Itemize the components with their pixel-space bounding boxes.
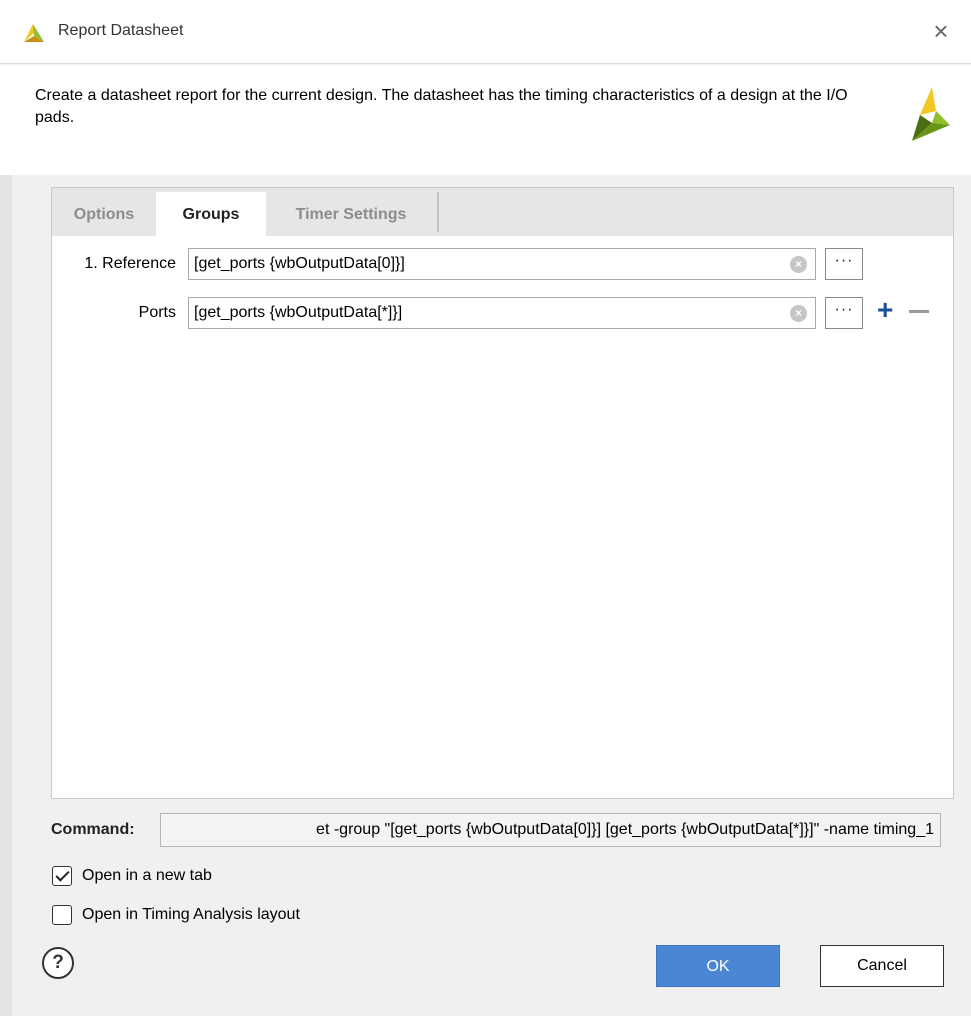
clear-icon[interactable]: ×	[790, 256, 807, 273]
reference-label: 1. Reference	[84, 255, 176, 272]
reference-browse-button[interactable]: ···	[825, 248, 863, 280]
vivado-logo-icon	[912, 87, 950, 141]
open-timing-layout-label: Open in Timing Analysis layout	[82, 906, 300, 923]
dialog-description: Create a datasheet report for the curren…	[35, 87, 848, 126]
tab-timer-settings[interactable]: Timer Settings	[266, 192, 436, 236]
clear-icon[interactable]: ×	[790, 305, 807, 322]
ports-browse-button[interactable]: ···	[825, 297, 863, 329]
remove-group-icon[interactable]	[909, 300, 931, 320]
window-title: Report Datasheet	[58, 22, 184, 39]
add-group-icon[interactable]: +	[877, 296, 897, 324]
ports-input[interactable]: [get_ports {wbOutputData[*]}] ×	[188, 297, 816, 329]
open-new-tab-label: Open in a new tab	[82, 867, 212, 884]
reference-value: [get_ports {wbOutputData[0]}]	[194, 255, 405, 272]
cancel-button[interactable]: Cancel	[820, 945, 944, 987]
open-new-tab-checkbox[interactable]	[52, 866, 72, 886]
help-icon: ?	[52, 952, 64, 973]
command-field[interactable]: et -group "[get_ports {wbOutputData[0]}]…	[160, 813, 941, 847]
reference-input[interactable]: [get_ports {wbOutputData[0]}] ×	[188, 248, 816, 280]
help-button[interactable]: ?	[42, 947, 74, 979]
left-edge-shade	[0, 175, 12, 1016]
vivado-logo-icon	[24, 24, 44, 42]
tab-strip: Options Groups Timer Settings	[52, 188, 953, 236]
ports-value: [get_ports {wbOutputData[*]}]	[194, 304, 403, 321]
command-label: Command:	[51, 821, 135, 838]
tab-options[interactable]: Options	[52, 192, 156, 236]
tab-groups[interactable]: Groups	[156, 192, 266, 236]
header-panel: Create a datasheet report for the curren…	[0, 65, 971, 175]
title-bar: Report Datasheet ×	[0, 0, 971, 64]
ports-label: Ports	[138, 304, 176, 321]
close-button[interactable]: ×	[925, 16, 957, 48]
tab-separator	[437, 192, 439, 232]
open-timing-layout-checkbox[interactable]	[52, 905, 72, 925]
command-value: et -group "[get_ports {wbOutputData[0]}]…	[316, 821, 934, 838]
ok-button[interactable]: OK	[656, 945, 780, 987]
close-icon: ×	[933, 16, 949, 46]
